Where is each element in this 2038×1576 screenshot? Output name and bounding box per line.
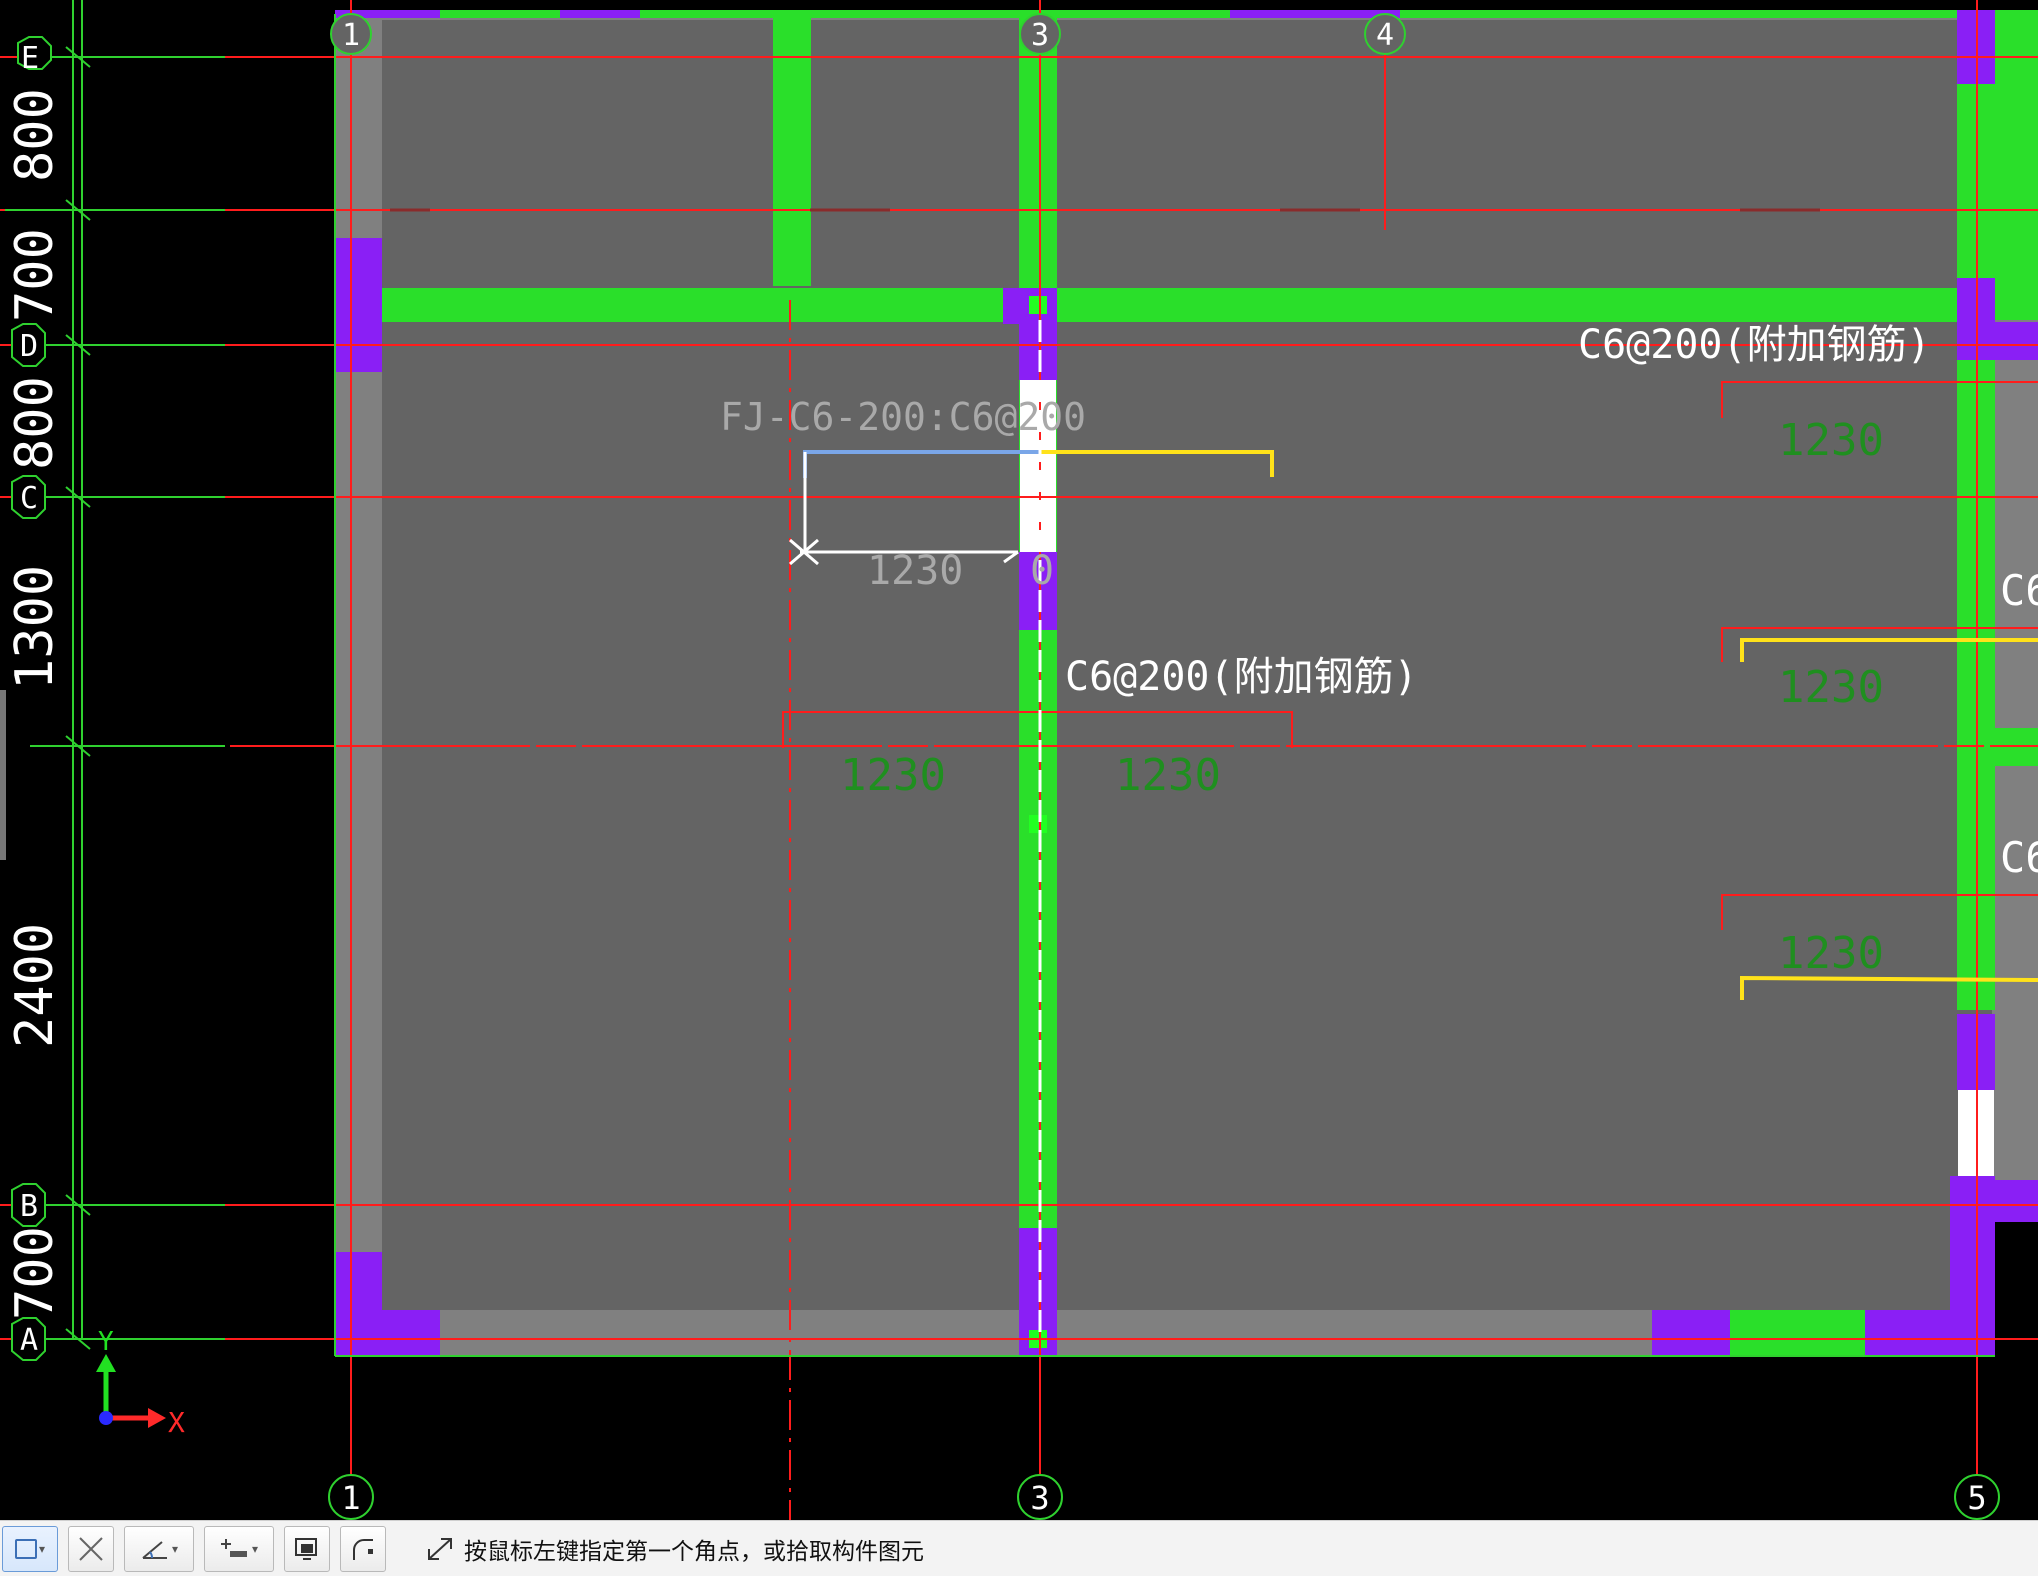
cad-canvas[interactable]: 800 700 800 1300 2400 700 E D C B A 1 3 … bbox=[0, 0, 2038, 1520]
length-value: 1230 bbox=[1778, 415, 1884, 466]
dim-800-top: 800 bbox=[5, 88, 65, 182]
chevron-down-icon[interactable]: ▾ bbox=[252, 1542, 258, 1556]
rebar-label: C6@200(附加钢筋) bbox=[1578, 322, 1931, 368]
column[interactable] bbox=[336, 238, 382, 372]
beam-axis-3[interactable] bbox=[1019, 18, 1057, 1356]
length-value: 1230 bbox=[840, 750, 946, 801]
monitor-icon bbox=[295, 1537, 317, 1560]
beam-d[interactable] bbox=[382, 288, 1957, 322]
prompt-text: 按鼠标左键指定第一个角点，或拾取构件图元 bbox=[464, 1538, 924, 1565]
rebar-label: C6@200(附加钢筋) bbox=[1065, 654, 1418, 700]
status-bar: ▾ ▾ ▾ 按鼠标左键指定第一个角点，或拾取构件图元 bbox=[0, 1520, 2038, 1576]
dim-800-2: 800 bbox=[5, 376, 65, 470]
grid-label-C: C bbox=[20, 481, 38, 516]
rect-select-tool[interactable]: ▾ bbox=[2, 1525, 58, 1572]
grid-label-top-3: 3 bbox=[1031, 18, 1049, 53]
arc-tool[interactable] bbox=[340, 1525, 386, 1572]
grid-label-B: B bbox=[20, 1189, 38, 1224]
grid-label-bottom-5: 5 bbox=[1967, 1479, 1986, 1517]
column[interactable] bbox=[382, 1310, 440, 1356]
line-tool[interactable]: ▾ bbox=[204, 1525, 274, 1572]
screen-select-tool[interactable] bbox=[284, 1525, 330, 1572]
chevron-down-icon[interactable]: ▾ bbox=[172, 1542, 178, 1556]
cut-label: C6 bbox=[2000, 833, 2038, 882]
cut-label: C6 bbox=[2000, 566, 2038, 615]
zero-label: 0 bbox=[1030, 548, 1054, 594]
dim-700-2: 700 bbox=[5, 1226, 65, 1320]
beam-bottom-segment[interactable] bbox=[1730, 1310, 1865, 1356]
arc-icon bbox=[353, 1538, 373, 1560]
grid-label-E: E bbox=[21, 41, 39, 76]
dim-700-1: 700 bbox=[5, 228, 65, 322]
length-value: 1230 bbox=[1778, 662, 1884, 713]
chevron-down-icon[interactable]: ▾ bbox=[39, 1542, 45, 1556]
fj-rebar-label: FJ-C6-200:C6@200 bbox=[720, 395, 1086, 439]
grid-label-D: D bbox=[20, 329, 38, 364]
command-prompt: 按鼠标左键指定第一个角点，或拾取构件图元 bbox=[424, 1532, 924, 1566]
column[interactable] bbox=[560, 10, 640, 18]
grid-label-bottom-1: 1 bbox=[341, 1479, 360, 1517]
length-value: 1230 bbox=[867, 548, 963, 594]
length-value: 1230 bbox=[1778, 928, 1884, 979]
cross-select-tool[interactable] bbox=[68, 1525, 114, 1572]
y-axis-label: Y bbox=[98, 1327, 114, 1357]
rectangle-icon bbox=[14, 1538, 37, 1559]
cross-icon bbox=[79, 1536, 103, 1561]
length-value: 1230 bbox=[1115, 750, 1221, 801]
beam-vertical-2[interactable] bbox=[773, 18, 811, 286]
angle-icon bbox=[142, 1540, 167, 1559]
resize-arrows-icon bbox=[428, 1537, 452, 1560]
angle-tool[interactable]: ▾ bbox=[124, 1525, 194, 1572]
grid-label-A: A bbox=[20, 1323, 38, 1358]
grid-label-bottom-3: 3 bbox=[1030, 1479, 1049, 1517]
column[interactable] bbox=[336, 1252, 382, 1356]
grid-label-top-1: 1 bbox=[342, 18, 360, 53]
dim-1300: 1300 bbox=[5, 565, 65, 690]
dim-2400: 2400 bbox=[5, 923, 65, 1048]
grid-label-top-4: 4 bbox=[1376, 18, 1394, 53]
line-plus-icon bbox=[220, 1538, 247, 1557]
x-axis-label: X bbox=[168, 1406, 185, 1439]
